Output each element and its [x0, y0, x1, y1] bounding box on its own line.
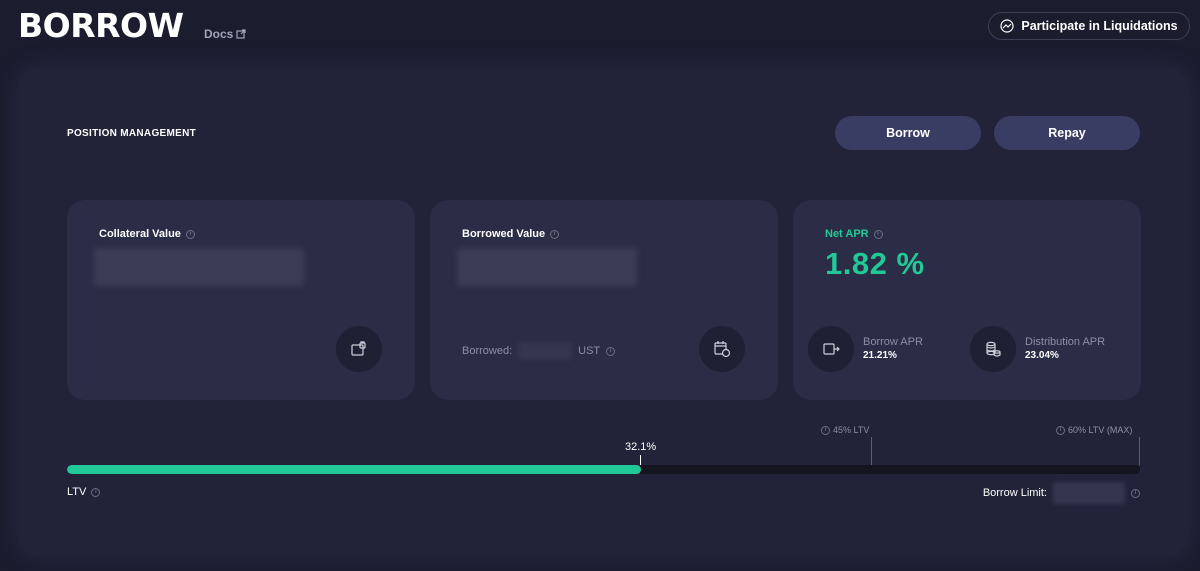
info-icon[interactable]: i: [821, 425, 830, 435]
calendar-coin-icon: [714, 341, 731, 358]
liquidation-icon: [1000, 19, 1014, 33]
borrow-apr-icon-wrap: [808, 326, 854, 372]
borrowed-amount-redacted: [518, 342, 573, 360]
ltv-60-line: [1139, 437, 1140, 465]
liquidations-label: Participate in Liquidations: [1021, 19, 1178, 33]
external-link-icon: [236, 29, 246, 39]
ltv-45-text: 45% LTV: [833, 425, 870, 435]
distribution-apr-label: Distribution APR: [1025, 336, 1106, 348]
docs-link[interactable]: Docs: [204, 27, 246, 41]
position-panel: POSITION MANAGEMENT Borrow Repay Collate…: [18, 68, 1189, 556]
borrowed-label-text: Borrowed Value: [462, 228, 546, 240]
ltv-current-tick: [640, 455, 641, 465]
ltv-progress-fill: [67, 465, 642, 474]
borrowed-card: Borrowed Value i Borrowed: UST i: [430, 200, 778, 400]
borrow-limit-redacted: [1053, 482, 1125, 504]
section-title: POSITION MANAGEMENT: [67, 128, 197, 139]
collateral-value-redacted: [94, 248, 304, 286]
info-icon[interactable]: i: [1056, 425, 1065, 435]
ltv-45-line: [871, 437, 872, 465]
borrow-apr-icon: [823, 343, 840, 355]
collateral-label: Collateral Value i: [99, 228, 195, 240]
coins-stack-icon: [986, 341, 1001, 357]
ltv-60-text: 60% LTV (MAX): [1068, 425, 1133, 435]
repay-button[interactable]: Repay: [994, 116, 1140, 150]
info-icon[interactable]: i: [1131, 488, 1140, 498]
info-icon[interactable]: i: [550, 229, 560, 239]
borrowed-value-redacted: [457, 248, 637, 286]
net-apr-label-text: Net APR: [825, 228, 869, 240]
info-icon[interactable]: i: [873, 229, 883, 239]
ltv-45-marker-label: i 45% LTV: [821, 425, 869, 435]
collateral-label-text: Collateral Value: [99, 228, 181, 240]
net-apr-card: Net APR i 1.82 % Borrow APR 21.21% Distr…: [793, 200, 1141, 400]
collateral-card: Collateral Value i: [67, 200, 415, 400]
distribution-apr-icon-wrap: [970, 326, 1016, 372]
docs-label: Docs: [204, 27, 234, 41]
participate-liquidations-button[interactable]: Participate in Liquidations: [988, 12, 1190, 40]
borrow-button[interactable]: Borrow: [835, 116, 981, 150]
ltv-label: LTV i: [67, 486, 101, 498]
net-apr-label: Net APR i: [825, 228, 883, 240]
distribution-apr-block: Distribution APR 23.04%: [1025, 336, 1105, 361]
net-apr-value: 1.82 %: [825, 246, 925, 281]
borrowed-prefix: Borrowed:: [462, 345, 513, 357]
borrowed-label: Borrowed Value i: [462, 228, 560, 240]
info-icon[interactable]: i: [606, 346, 616, 356]
info-icon[interactable]: i: [185, 229, 195, 239]
borrow-apr-block: Borrow APR 21.21%: [863, 336, 923, 361]
collateral-action-button[interactable]: [336, 326, 382, 372]
ltv-current-label: 32.1%: [625, 441, 657, 453]
wallet-lock-icon: [351, 341, 366, 356]
ltv-label-text: LTV: [67, 486, 87, 498]
borrowed-action-button[interactable]: [699, 326, 745, 372]
ltv-progress-track: [67, 465, 1140, 474]
distribution-apr-value: 23.04%: [1025, 350, 1059, 361]
info-icon[interactable]: i: [91, 487, 101, 497]
borrow-limit-label: Borrow Limit:: [982, 487, 1047, 499]
page-title: BORROW: [18, 6, 184, 45]
borrow-limit: Borrow Limit: i: [983, 482, 1140, 504]
borrowed-unit: UST: [578, 345, 601, 357]
borrow-apr-value: 21.21%: [863, 350, 897, 361]
ltv-60-marker-label: i 60% LTV (MAX): [1056, 425, 1132, 435]
borrow-apr-label: Borrow APR: [863, 336, 923, 348]
borrowed-amount-line: Borrowed: UST i: [462, 342, 616, 360]
